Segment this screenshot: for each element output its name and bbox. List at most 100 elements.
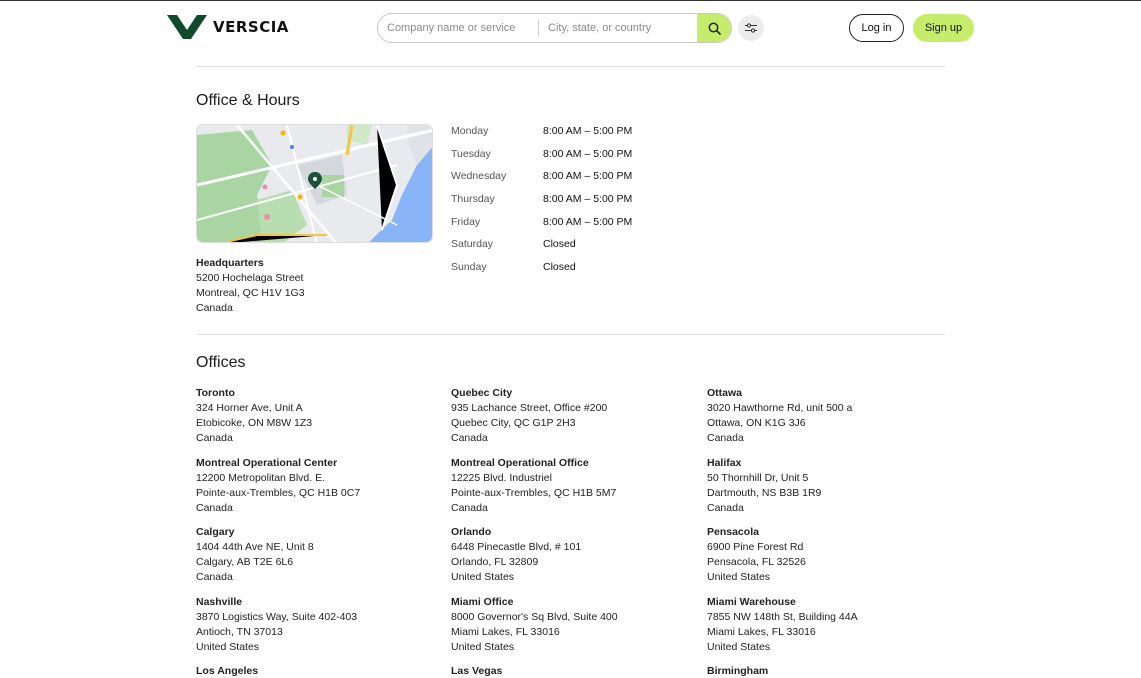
office-card: Miami Office 8000 Governor's Sq Blvd, Su… (451, 595, 691, 655)
filter-button[interactable] (738, 15, 764, 41)
office-street: 935 Lachance Street, Office #200 (451, 402, 608, 414)
office-city: Antioch, TN 37013 (196, 626, 283, 638)
hours-day: Friday (451, 215, 481, 228)
office-city: Miami Lakes, FL 33016 (707, 626, 816, 638)
top-border (0, 0, 1141, 1)
office-card: Los Angeles (196, 664, 436, 678)
brand-logo[interactable]: VERSCIA (167, 15, 289, 39)
office-country: Canada (707, 432, 744, 444)
signup-button[interactable]: Sign up (913, 14, 974, 42)
office-city: Calgary, AB T2E 6L6 (196, 556, 294, 568)
hours-day: Monday (451, 125, 489, 137)
hours-row: Sunday Closed (451, 261, 632, 284)
hours-table: Monday 8:00 AM – 5:00 PM Tuesday 8:00 AM –… (451, 125, 632, 284)
hours-day: Saturday (451, 238, 494, 251)
hours-day: Wednesday (451, 170, 507, 183)
hours-row: Wednesday 8:00 AM – 5:00 PM (451, 170, 632, 193)
office-country: Canada (196, 432, 233, 444)
office-card: Las Vegas (451, 664, 691, 678)
office-street: 8000 Governor's Sq Blvd, Suite 400 (451, 611, 618, 623)
hours-time: 8:00 AM – 5:00 PM (543, 125, 633, 137)
login-button[interactable]: Log in (849, 14, 904, 42)
office-card: Halifax 50 Thornhill Dr, Unit 5 Dartmout… (707, 456, 947, 516)
hours-row: Friday 8:00 AM – 5:00 PM (451, 216, 632, 239)
office-name: Pensacola (707, 526, 759, 538)
office-country: Canada (196, 571, 233, 583)
hours-row: Thursday 8:00 AM – 5:00 PM (451, 193, 632, 216)
office-card: Quebec City 935 Lachance Street, Office … (451, 386, 691, 446)
hours-day: Thursday (451, 193, 495, 206)
office-street: 324 Horner Ave, Unit A (196, 402, 303, 414)
office-card: Orlando 6448 Pinecastle Blvd, # 101 Orla… (451, 525, 691, 585)
office-name: Orlando (451, 526, 492, 538)
office-city: Orlando, FL 32809 (451, 556, 539, 568)
headquarters-label: Headquarters (196, 257, 264, 269)
office-country: United States (707, 571, 771, 583)
office-street: 12200 Metropolitan Blvd. E. (196, 472, 325, 484)
office-card: Miami Warehouse 7855 NW 148th St, Buildi… (707, 595, 947, 655)
office-name: Miami Warehouse (707, 596, 796, 608)
office-country: Canada (451, 432, 488, 444)
office-name: Montreal Operational Center (196, 457, 338, 469)
office-card: Pensacola 6900 Pine Forest Rd Pensacola,… (707, 525, 947, 585)
search-icon (708, 22, 721, 35)
hours-time: Closed (543, 261, 576, 274)
office-card: Calgary 1404 44th Ave NE, Unit 8 Calgary… (196, 525, 436, 585)
office-name: Quebec City (451, 387, 513, 399)
office-card: Nashville 3870 Logistics Way, Suite 402-… (196, 595, 436, 655)
hours-day: Sunday (451, 261, 487, 274)
office-country: Canada (451, 502, 488, 514)
headquarters-street: 5200 Hochelaga Street (196, 272, 304, 284)
office-name: Toronto (196, 387, 235, 399)
office-street: 7855 NW 148th St, Building 44A (707, 611, 858, 623)
office-street: 3870 Logistics Way, Suite 402-403 (196, 611, 358, 623)
office-name: Calgary (196, 526, 235, 538)
brand-name: VERSCIA (213, 18, 289, 36)
hours-time: 8:00 AM – 5:00 PM (543, 147, 633, 160)
headquarters-city: Montreal, QC H1V 1G3 (196, 287, 305, 299)
headquarters-country: Canada (196, 302, 233, 314)
hours-time: 8:00 AM – 5:00 PM (543, 193, 633, 206)
office-name: Halifax (707, 457, 742, 469)
map-graphic (197, 125, 432, 242)
office-name: Miami Office (451, 596, 514, 608)
hours-row: Monday 8:00 AM – 5:00 PM (451, 125, 632, 148)
office-name: Los Angeles (196, 665, 259, 677)
search-button[interactable] (697, 14, 731, 42)
office-city: Quebec City, QC G1P 2H3 (451, 417, 576, 429)
office-card: Montreal Operational Center 12200 Metrop… (196, 456, 436, 516)
office-card: Montreal Operational Office 12225 Blvd. … (451, 456, 691, 516)
office-name: Las Vegas (451, 665, 503, 677)
office-city: Etobicoke, ON M8W 1Z3 (196, 417, 313, 429)
hours-time: 8:00 AM – 5:00 PM (543, 170, 633, 183)
office-card: Birmingham (707, 664, 947, 678)
company-search-input[interactable]: Company name or service (378, 14, 538, 42)
office-country: Canada (196, 502, 233, 514)
office-street: 6448 Pinecastle Blvd, # 101 (451, 541, 582, 553)
hours-day: Tuesday (451, 147, 491, 160)
office-city: Dartmouth, NS B3B 1R9 (707, 487, 822, 499)
office-city: Pensacola, FL 32526 (707, 556, 806, 568)
office-city: Ottawa, ON K1G 3J6 (707, 417, 806, 429)
location-map[interactable] (196, 124, 433, 243)
office-name: Ottawa (707, 387, 743, 399)
sliders-icon (745, 23, 757, 33)
offices-title: Offices (196, 354, 246, 371)
office-country: United States (451, 571, 515, 583)
office-hours-title: Office & Hours (196, 92, 300, 109)
office-city: Pointe-aux-Trembles, QC H1B 0C7 (196, 487, 361, 499)
search-bar: Company name or service City, state, or … (377, 13, 732, 43)
location-search-input[interactable]: City, state, or country (539, 14, 697, 42)
office-name: Nashville (196, 596, 243, 608)
office-name: Birmingham (707, 665, 769, 677)
section-divider (196, 66, 945, 67)
hours-time: Closed (543, 238, 576, 251)
office-country: United States (707, 641, 771, 653)
section-divider (196, 334, 945, 335)
versica-logo-icon (167, 15, 207, 39)
office-street: 3020 Hawthorne Rd, unit 500 a (707, 402, 853, 414)
hours-time: 8:00 AM – 5:00 PM (543, 215, 633, 228)
hours-row: Tuesday 8:00 AM – 5:00 PM (451, 148, 632, 171)
office-card: Ottawa 3020 Hawthorne Rd, unit 500 a Ott… (707, 386, 947, 446)
office-street: 50 Thornhill Dr, Unit 5 (707, 472, 809, 484)
